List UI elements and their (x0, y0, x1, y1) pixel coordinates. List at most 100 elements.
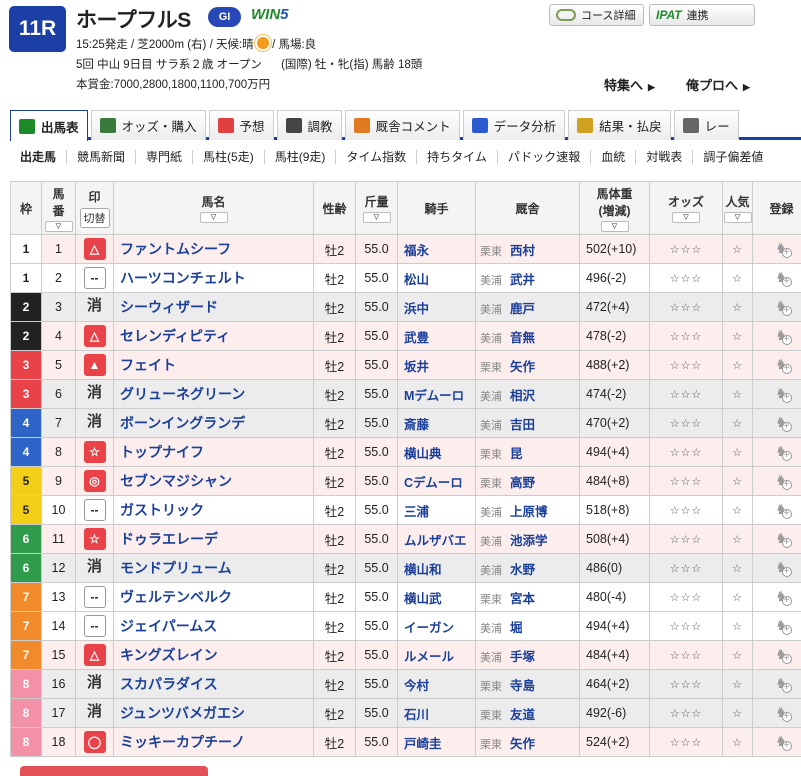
trainer-link[interactable]: 友道 (510, 708, 535, 722)
register-horse-icon[interactable]: ♞+ (772, 269, 792, 287)
register-horse-icon[interactable]: ♞+ (772, 443, 792, 461)
register-cell[interactable]: ♞+ (753, 322, 801, 351)
win5-logo[interactable]: WIN5 (251, 6, 289, 23)
col-umaban[interactable]: 馬番▽ (42, 182, 76, 235)
mark-select[interactable]: -- (84, 267, 106, 289)
mark-cell[interactable]: -- (76, 496, 114, 525)
register-horse-icon[interactable]: ♞+ (772, 588, 792, 606)
horse-name-link[interactable]: ボーンイングランデ (114, 409, 314, 438)
register-cell[interactable]: ♞+ (753, 438, 801, 467)
tab-4[interactable]: 厩舎コメント (345, 110, 460, 140)
course-detail-button[interactable]: コース詳細 (549, 4, 644, 26)
jockey-link[interactable]: 福永 (398, 235, 476, 264)
jockey-link[interactable]: 横山武 (398, 583, 476, 612)
horse-name-link[interactable]: セレンディピティ (114, 322, 314, 351)
mark-cell[interactable]: △ (76, 641, 114, 670)
mark-cell[interactable]: -- (76, 583, 114, 612)
trainer-link[interactable]: 上原博 (510, 505, 548, 519)
mark-cell[interactable]: -- (76, 612, 114, 641)
mark-cell[interactable]: △ (76, 235, 114, 264)
jockey-link[interactable]: イーガン (398, 612, 476, 641)
horse-name-link[interactable]: フェイト (114, 351, 314, 380)
tab-2[interactable]: 予想 (209, 110, 274, 140)
mark-cell[interactable]: 消 (76, 554, 114, 583)
trainer-link[interactable]: 吉田 (510, 418, 535, 432)
mark-select[interactable]: ☆ (84, 528, 106, 550)
jockey-link[interactable]: Mデムーロ (398, 380, 476, 409)
mark-cell[interactable]: -- (76, 264, 114, 293)
jockey-link[interactable]: 三浦 (398, 496, 476, 525)
jockey-link[interactable]: 横山和 (398, 554, 476, 583)
trainer-link[interactable]: 高野 (510, 476, 535, 490)
subtab-0[interactable]: 出走馬 (10, 150, 66, 164)
col-popularity[interactable]: 人気▽ (723, 182, 753, 235)
horse-name-link[interactable]: ドゥラエレーデ (114, 525, 314, 554)
trainer-link[interactable]: 音無 (510, 331, 535, 345)
subtab-9[interactable]: 対戦表 (635, 150, 692, 164)
register-cell[interactable]: ♞+ (753, 641, 801, 670)
sort-icon[interactable]: ▽ (200, 212, 228, 223)
register-cell[interactable]: ♞+ (753, 670, 801, 699)
mark-select[interactable]: △ (84, 644, 106, 666)
register-cell[interactable]: ♞+ (753, 293, 801, 322)
mark-select[interactable]: 消 (84, 702, 106, 724)
jockey-link[interactable]: ルメール (398, 641, 476, 670)
mark-select[interactable]: -- (84, 499, 106, 521)
sort-icon[interactable]: ▽ (601, 221, 629, 232)
mark-cell[interactable]: 消 (76, 380, 114, 409)
mark-select[interactable]: ▲ (84, 354, 106, 376)
mark-select[interactable]: 消 (84, 383, 106, 405)
subtab-2[interactable]: 専門紙 (135, 150, 192, 164)
tab-6[interactable]: 結果・払戻 (568, 110, 671, 140)
horse-name-link[interactable]: ガストリック (114, 496, 314, 525)
register-cell[interactable]: ♞+ (753, 380, 801, 409)
mark-select[interactable]: 消 (84, 296, 106, 318)
horse-name-link[interactable]: ファントムシーフ (114, 235, 314, 264)
mark-cell[interactable]: 消 (76, 293, 114, 322)
col-odds[interactable]: オッズ▽ (650, 182, 723, 235)
sort-icon[interactable]: ▽ (363, 212, 391, 223)
register-horse-icon[interactable]: ♞+ (772, 704, 792, 722)
trainer-link[interactable]: 池添学 (510, 534, 548, 548)
mark-cell[interactable]: ▲ (76, 351, 114, 380)
mark-select[interactable]: △ (84, 238, 106, 260)
jockey-link[interactable]: 石川 (398, 699, 476, 728)
register-cell[interactable]: ♞+ (753, 728, 801, 757)
register-cell[interactable]: ♞+ (753, 467, 801, 496)
trainer-link[interactable]: 相沢 (510, 389, 535, 403)
subtab-5[interactable]: タイム指数 (335, 150, 416, 164)
jockey-link[interactable]: Cデムーロ (398, 467, 476, 496)
subtab-4[interactable]: 馬柱(9走) (264, 150, 336, 164)
register-cell[interactable]: ♞+ (753, 409, 801, 438)
mark-select[interactable]: △ (84, 325, 106, 347)
trainer-link[interactable]: 水野 (510, 563, 535, 577)
register-horse-icon[interactable]: ♞+ (772, 733, 792, 751)
col-name[interactable]: 馬名▽ (114, 182, 314, 235)
trainer-link[interactable]: 西村 (510, 244, 535, 258)
mark-select[interactable]: ☆ (84, 441, 106, 463)
subtab-8[interactable]: 血統 (590, 150, 635, 164)
register-cell[interactable]: ♞+ (753, 554, 801, 583)
register-horse-icon[interactable]: ♞+ (772, 298, 792, 316)
trainer-link[interactable]: 宮本 (510, 592, 535, 606)
horse-name-link[interactable]: シーウィザード (114, 293, 314, 322)
trainer-link[interactable]: 手塚 (510, 650, 535, 664)
mark-cell[interactable]: ◯ (76, 728, 114, 757)
register-horse-icon[interactable]: ♞+ (772, 472, 792, 490)
trainer-link[interactable]: 昆 (510, 447, 523, 461)
register-horse-icon[interactable]: ♞+ (772, 385, 792, 403)
mark-cell[interactable]: 消 (76, 409, 114, 438)
horse-name-link[interactable]: ミッキーカプチーノ (114, 728, 314, 757)
col-weight[interactable]: 馬体重(増減)▽ (580, 182, 650, 235)
mark-select[interactable]: -- (84, 615, 106, 637)
horse-name-link[interactable]: ヴェルテンベルク (114, 583, 314, 612)
register-horse-icon[interactable]: ♞+ (772, 501, 792, 519)
register-horse-icon[interactable]: ♞+ (772, 530, 792, 548)
horse-name-link[interactable]: モンドプリューム (114, 554, 314, 583)
mark-cell[interactable]: 消 (76, 670, 114, 699)
sort-icon[interactable]: ▽ (672, 212, 700, 223)
bottom-floating-button[interactable] (20, 766, 208, 776)
register-cell[interactable]: ♞+ (753, 351, 801, 380)
tab-5[interactable]: データ分析 (463, 110, 566, 140)
register-horse-icon[interactable]: ♞+ (772, 240, 792, 258)
